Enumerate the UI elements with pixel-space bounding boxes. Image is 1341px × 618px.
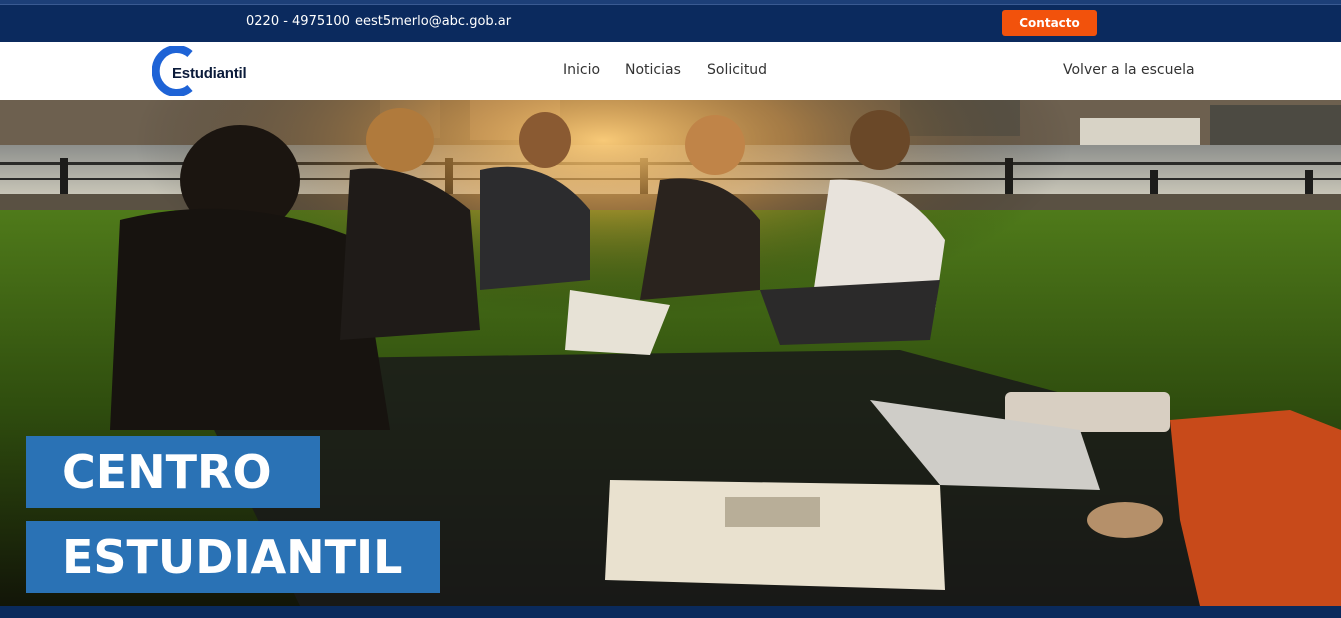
bottom-strip: [0, 606, 1341, 618]
site-logo[interactable]: Estudiantil: [152, 46, 262, 96]
contact-button[interactable]: Contacto: [1002, 10, 1097, 36]
logo-text: Estudiantil: [172, 65, 247, 82]
nav-item-noticias[interactable]: Noticias: [625, 62, 681, 78]
main-navbar: Estudiantil Inicio Noticias Solicitud Vo…: [0, 42, 1341, 100]
email-address[interactable]: eest5merlo@abc.gob.ar: [355, 14, 511, 29]
top-bar-divider: [0, 4, 1341, 5]
phone-number: 0220 - 4975100: [246, 14, 350, 29]
hero-title-line-2: ESTUDIANTIL: [26, 521, 440, 593]
nav-item-solicitud[interactable]: Solicitud: [707, 62, 767, 78]
hero-title-line-1: CENTRO: [26, 436, 320, 508]
hero-banner: CENTRO ESTUDIANTIL: [0, 100, 1341, 606]
back-to-school-link[interactable]: Volver a la escuela: [1063, 62, 1195, 78]
top-contact-bar: 0220 - 4975100 eest5merlo@abc.gob.ar Con…: [0, 0, 1341, 42]
nav-item-inicio[interactable]: Inicio: [563, 62, 600, 78]
